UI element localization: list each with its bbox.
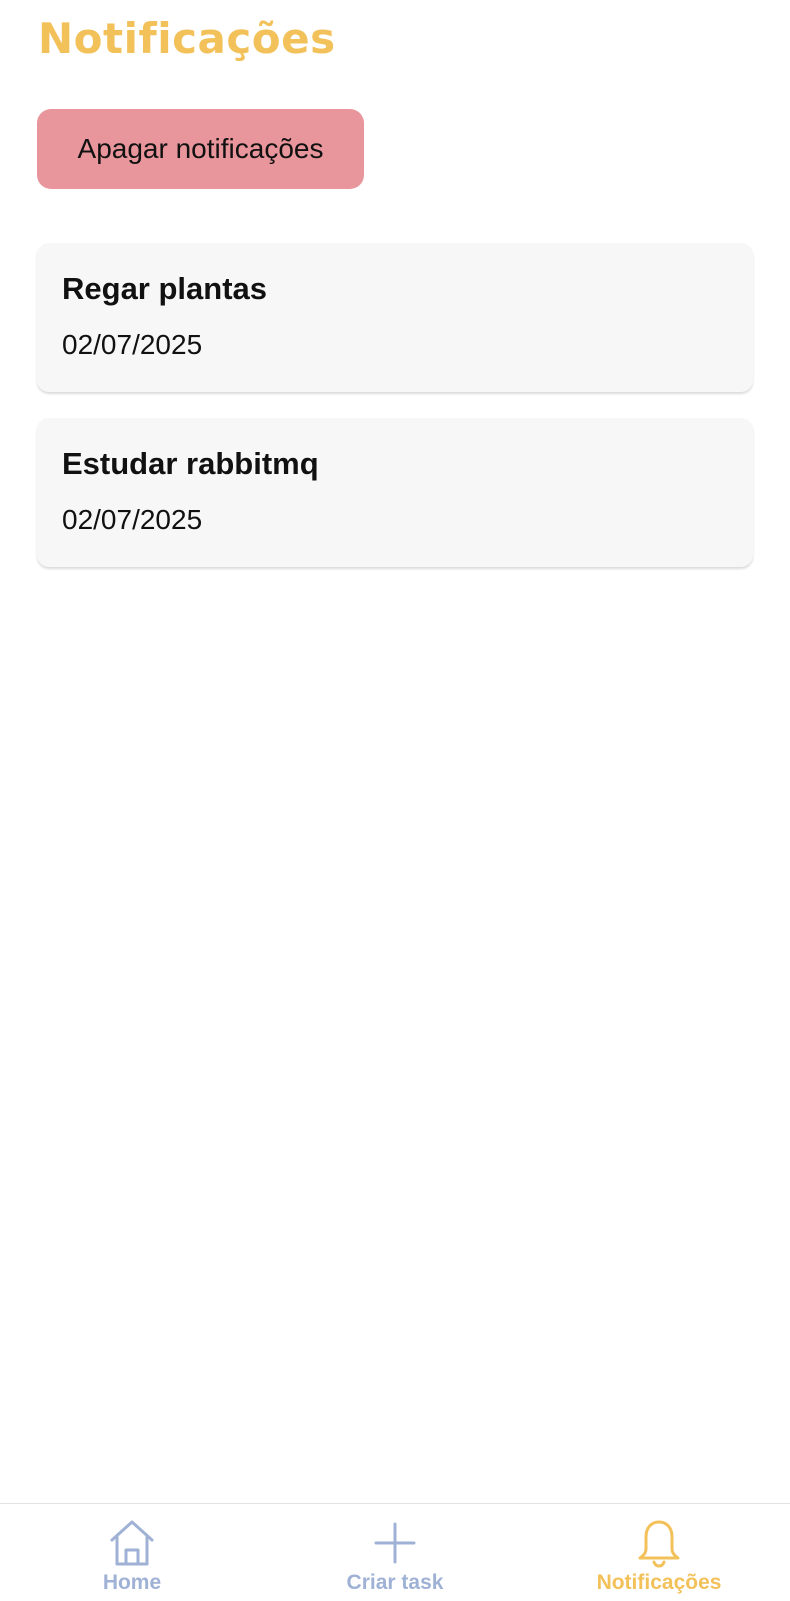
nav-label-home: Home xyxy=(102,1571,162,1594)
nav-label-notifications: Notificações xyxy=(596,1571,722,1594)
nav-item-home[interactable]: Home xyxy=(22,1504,242,1601)
home-icon xyxy=(110,1520,154,1566)
nav-item-notifications[interactable]: Notificações xyxy=(549,1504,769,1601)
plus-icon xyxy=(374,1522,416,1564)
clear-notifications-button[interactable]: Apagar notificações xyxy=(37,109,364,189)
bell-icon xyxy=(638,1520,680,1568)
notification-date: 02/07/2025 xyxy=(62,504,203,535)
nav-item-create-task[interactable]: Criar task xyxy=(285,1504,505,1601)
notification-date: 02/07/2025 xyxy=(62,329,203,360)
notification-title: Regar plantas xyxy=(62,271,268,306)
nav-label-create-task: Criar task xyxy=(346,1571,444,1594)
notification-card[interactable]: Regar plantas 02/07/2025 xyxy=(37,243,753,392)
notification-list: Regar plantas 02/07/2025 Estudar rabbitm… xyxy=(37,243,753,593)
notification-card[interactable]: Estudar rabbitmq 02/07/2025 xyxy=(37,418,753,567)
page-title: Notificações xyxy=(38,14,336,63)
notification-title: Estudar rabbitmq xyxy=(62,446,319,481)
bottom-navigation: Home Criar task Notificações xyxy=(0,1503,790,1601)
